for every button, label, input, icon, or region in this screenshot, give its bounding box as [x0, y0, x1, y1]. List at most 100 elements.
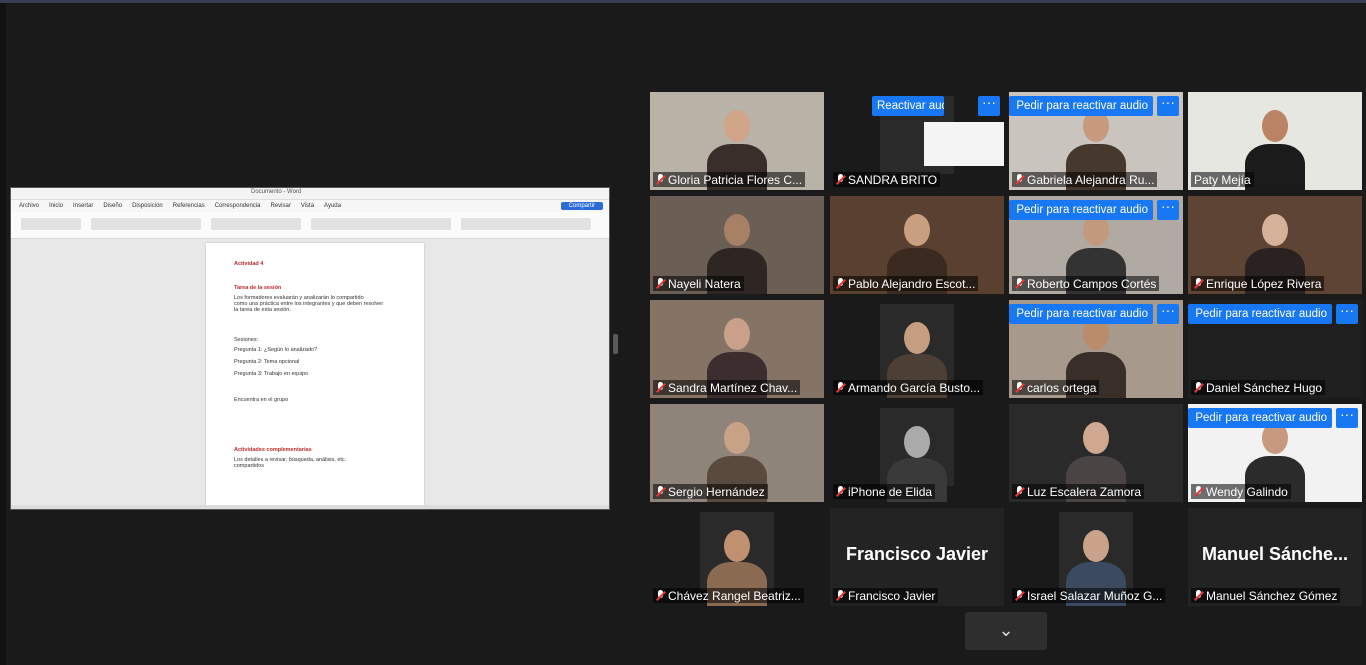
participant-name-label: carlos ortega [1012, 380, 1100, 395]
participant-head [1083, 530, 1109, 562]
word-ribbon-tabs: Archivo Inicio Insertar Diseño Disposici… [11, 200, 609, 212]
participant-tile[interactable]: iPhone de Elida [830, 404, 1004, 502]
participant-head [724, 110, 750, 142]
muted-mic-icon [1015, 278, 1024, 289]
document-line: Pregunta 2: Tema opcional [234, 359, 300, 365]
participant-tile[interactable]: Pedir para reactivar audio ··· Daniel Sánc… [1188, 300, 1362, 398]
ask-to-unmute-button[interactable]: Pedir para reactivar audio [1188, 408, 1332, 428]
participant-name: SANDRA BRITO [848, 172, 938, 187]
word-share-button[interactable]: Compartir [560, 202, 603, 210]
document-line: Encuentra en el grupo [234, 397, 289, 403]
participant-name: carlos ortega [1027, 380, 1097, 395]
participant-tile[interactable]: Sergio Hernández [650, 404, 824, 502]
participant-tile[interactable]: Pablo Alejandro Escot... [830, 196, 1004, 294]
participant-name: Gloria Patricia Flores C... [668, 172, 803, 187]
muted-mic-icon [656, 174, 665, 185]
word-tab[interactable]: Inicio [49, 203, 63, 209]
more-options-button[interactable]: ··· [1157, 303, 1179, 324]
participant-video [880, 408, 954, 502]
muted-mic-icon [1015, 486, 1024, 497]
participant-tile[interactable]: Pedir para reactivar audio ··· Wendy Galin… [1188, 404, 1362, 502]
muted-mic-icon [836, 382, 845, 393]
word-tab[interactable]: Archivo [19, 203, 39, 209]
muted-mic-icon [836, 278, 845, 289]
participant-tile[interactable]: Chávez Rangel Beatriz... [650, 508, 824, 606]
ask-to-unmute-button[interactable]: Pedir para reactivar audio [1009, 200, 1153, 220]
participant-tile[interactable]: Armando García Busto... [830, 300, 1004, 398]
participant-head [1262, 214, 1288, 246]
participant-display-name: Francisco Javier [845, 544, 989, 564]
next-page-button[interactable]: ⌄ [965, 612, 1047, 650]
participant-name: Gabriela Alejandra Ru... [1027, 172, 1155, 187]
participant-head [724, 214, 750, 246]
muted-mic-icon [1015, 382, 1024, 393]
participant-name: Paty Mejía [1194, 172, 1251, 187]
participant-name: iPhone de Elida [848, 484, 933, 499]
shared-screen[interactable]: Documento - Word Archivo Inicio Insertar… [10, 187, 610, 510]
window-left-edge [0, 3, 6, 665]
ribbon-group [91, 218, 201, 230]
participant-name: Roberto Campos Cortés [1027, 276, 1157, 291]
document-line: Tarea de la sesión [234, 285, 282, 291]
ask-to-unmute-button[interactable]: Pedir para reactivar audio [1188, 304, 1332, 324]
word-document-area: Actividad 4 Tarea de la sesión Los formado… [11, 239, 609, 507]
more-options-button[interactable]: ··· [978, 95, 1000, 116]
participant-tile[interactable]: Francisco Javier Francisco Javier [830, 508, 1004, 606]
participant-video [1059, 512, 1133, 606]
logo-image [924, 122, 1004, 166]
more-options-button[interactable]: ··· [1336, 303, 1358, 324]
ask-to-unmute-button[interactable]: Pedir para reactivar audio [1009, 304, 1153, 324]
participant-tile[interactable]: Nayeli Natera [650, 196, 824, 294]
word-tab[interactable]: Referencias [173, 203, 205, 209]
participant-tile[interactable]: Israel Salazar Muñoz G... [1009, 508, 1183, 606]
muted-mic-icon [1194, 590, 1203, 601]
split-view-handle[interactable] [613, 334, 618, 354]
word-titlebar: Documento - Word [11, 188, 609, 200]
participant-tile[interactable]: Gloria Patricia Flores C... [650, 92, 824, 190]
word-tab[interactable]: Insertar [73, 203, 93, 209]
word-tab[interactable]: Ayuda [324, 203, 341, 209]
participant-name-label: Roberto Campos Cortés [1012, 276, 1160, 291]
document-line: Actividad 4 [234, 261, 264, 267]
document-line: Actividades complementarias [234, 447, 312, 453]
participant-tile[interactable]: Manuel Sánche... Manuel Sánchez Gómez [1188, 508, 1362, 606]
word-tab[interactable]: Diseño [103, 203, 122, 209]
word-tab[interactable]: Revisar [270, 203, 290, 209]
muted-mic-icon [1194, 382, 1203, 393]
participant-name-label: Nayeli Natera [653, 276, 744, 291]
ribbon-group [21, 218, 81, 230]
participant-body [1245, 144, 1305, 190]
participant-head [904, 322, 930, 354]
participant-tile[interactable]: Sandra Martínez Chav... [650, 300, 824, 398]
participant-tile[interactable]: Enrique López Rivera [1188, 196, 1362, 294]
more-options-button[interactable]: ··· [1157, 199, 1179, 220]
more-options-button[interactable]: ··· [1157, 95, 1179, 116]
document-page[interactable]: Actividad 4 Tarea de la sesión Los formado… [206, 243, 424, 507]
participant-name: Enrique López Rivera [1206, 276, 1322, 291]
participant-tile[interactable]: Luz Escalera Zamora [1009, 404, 1183, 502]
participant-tile[interactable]: Reactivar audio ··· SANDRA BRITO [830, 92, 1004, 190]
participant-video [880, 304, 954, 398]
ribbon-group [211, 218, 301, 230]
participant-name-label: Francisco Javier [833, 588, 939, 603]
participant-tile[interactable]: Pedir para reactivar audio ··· carlos orte… [1009, 300, 1183, 398]
participant-head [724, 530, 750, 562]
word-tab[interactable]: Correspondencia [215, 203, 261, 209]
document-line: compartidos [234, 463, 264, 469]
document-line: Pregunta 3: Trabajo en equipo [234, 371, 309, 377]
word-tab[interactable]: Disposición [132, 203, 163, 209]
more-options-button[interactable]: ··· [1336, 407, 1358, 428]
participant-head [1262, 110, 1288, 142]
participant-name: Manuel Sánchez Gómez [1206, 588, 1338, 603]
ask-to-unmute-button[interactable]: Reactivar audio [872, 96, 944, 116]
participant-head [724, 318, 750, 350]
participant-tile[interactable]: Pedir para reactivar audio ··· Gabriela Al… [1009, 92, 1183, 190]
participant-name: Armando García Busto... [848, 380, 981, 395]
ask-to-unmute-button[interactable]: Pedir para reactivar audio [1009, 96, 1153, 116]
word-tab[interactable]: Vista [301, 203, 314, 209]
muted-mic-icon [656, 382, 665, 393]
participant-name-label: SANDRA BRITO [833, 172, 941, 187]
participant-tile[interactable]: Pedir para reactivar audio ··· Roberto Cam… [1009, 196, 1183, 294]
participant-tile[interactable]: Paty Mejía [1188, 92, 1362, 190]
muted-mic-icon [1194, 486, 1203, 497]
